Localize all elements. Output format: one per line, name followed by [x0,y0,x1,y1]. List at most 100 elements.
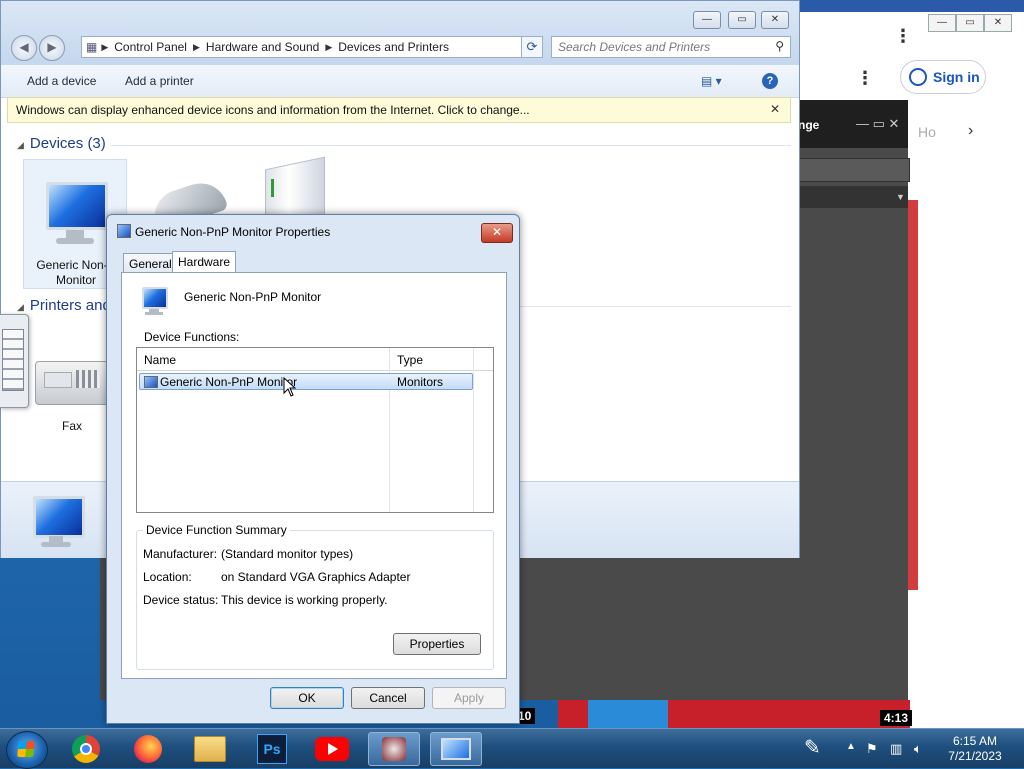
clock-date: 7/21/2023 [948,749,1002,763]
device-status-value: This device is working properly. [221,593,388,607]
action-center-icon[interactable]: ⚑ [866,741,878,757]
browser-maximize-button[interactable]: ▭ [956,14,984,32]
minimize-button[interactable]: — [693,11,721,29]
player-field-1[interactable] [798,158,910,182]
table-row[interactable]: Generic Non-PnP Monitor Monitors [139,373,473,390]
start-button[interactable] [6,731,48,769]
device-name: Generic Non-PnP Monitor [184,290,322,304]
breadcrumb-arrow-icon: ▶ [101,41,109,52]
address-bar[interactable]: ▦ ▶ Control Panel ▶ Hardware and Sound ▶… [81,36,543,58]
row-name: Generic Non-PnP Monitor [160,375,298,389]
fax-icon [35,361,109,405]
add-printer-button[interactable]: Add a printer [125,74,194,88]
thumbnail-image [588,700,668,728]
network-icon[interactable]: ▥ [890,741,902,757]
dialog-close-button[interactable]: ✕ [481,223,513,243]
volume-icon[interactable]: 🔈︎ [914,741,922,757]
file-explorer-icon[interactable] [184,732,236,766]
breadcrumb-control-panel[interactable]: Control Panel [108,40,193,54]
close-button[interactable]: ✕ [761,11,789,29]
sign-in-button[interactable]: Sign in [900,60,986,94]
command-bar: Add a device Add a printer ▤ ▾ ? [1,65,799,98]
chrome-icon[interactable] [60,732,112,766]
monitor-icon [144,376,158,388]
add-device-button[interactable]: Add a device [27,74,96,88]
photoshop-icon[interactable]: Ps [246,732,298,766]
forward-button[interactable]: ▶ [39,35,65,61]
breadcrumb-arrow-icon: ▶ [325,41,333,52]
player-field-2[interactable] [798,186,908,208]
manufacturer-value: (Standard monitor types) [221,547,354,561]
video-thumbnail[interactable]: 4:13 [558,700,913,728]
column-divider [473,348,474,512]
device-tile-drive[interactable] [265,156,327,228]
list-header: Name Type [137,348,493,371]
device-status-label: Device status: [143,593,219,607]
devices-header-label: Devices (3) [29,135,106,152]
maximize-button[interactable]: ▭ [728,11,756,29]
app-icon[interactable] [368,732,420,766]
search-placeholder: Search Devices and Printers [558,40,711,54]
photoshop-label: Ps [257,734,287,764]
device-functions-label: Device Functions: [144,330,240,344]
manufacturer-label: Manufacturer: [143,547,218,561]
mouse-cursor-icon [283,377,297,397]
help-icon[interactable]: ? [762,73,778,89]
printers-section-header[interactable]: ◢ Printers and [17,297,111,314]
ok-button[interactable]: OK [270,687,344,709]
location-label: Location: [143,570,192,584]
player-title-fragment: nge [798,118,820,132]
browser-close-button[interactable]: ✕ [984,14,1012,32]
browser-minimize-button[interactable]: — [928,14,956,32]
monitor-icon [42,178,110,248]
collapse-arrow-icon: ◢ [17,302,24,312]
youtube-icon[interactable] [306,732,358,766]
browser-topbar [800,0,1024,12]
sign-in-label: Sign in [933,69,980,85]
monitor-icon [117,224,131,238]
tab-general[interactable]: General [123,253,178,273]
cancel-button[interactable]: Cancel [351,687,425,709]
divider [111,145,791,146]
properties-dialog: Generic Non-PnP Monitor Properties ✕ Gen… [106,214,520,724]
monitor-icon [29,492,89,552]
properties-button[interactable]: Properties [393,633,481,655]
summary-label: Device Function Summary [143,523,290,537]
show-hidden-icons-icon[interactable]: ▲ [846,741,856,752]
info-bar[interactable]: Windows can display enhanced device icon… [7,97,791,123]
devices-printers-icon[interactable] [430,732,482,766]
breadcrumb-devices-and-printers[interactable]: Devices and Printers [332,40,455,54]
devices-section-header[interactable]: ◢ Devices (3) [17,135,106,152]
on-screen-keyboard-icon[interactable] [0,314,29,408]
player-window-controls[interactable]: — ▭ ✕ [856,116,899,132]
chevron-right-icon[interactable]: › [968,122,973,140]
breadcrumb-hardware-and-sound[interactable]: Hardware and Sound [200,40,325,54]
taskbar: Ps ✎ ▲ ⚑ ▥ 🔈︎ 6:15 AM 7/21/2023 [0,728,1024,769]
hardware-tab-panel: Generic Non-PnP Monitor Device Functions… [121,272,507,679]
refresh-icon[interactable]: ⟳ [521,36,543,58]
video-thumbnail-edge [908,200,918,590]
window-chrome: — ▭ ✕ ◀ ▶ ▦ ▶ Control Panel ▶ Hardware a… [1,1,799,65]
device-tile-fax[interactable]: Fax [29,341,115,437]
breadcrumb-arrow-icon: ▶ [192,41,200,52]
apply-button[interactable]: Apply [432,687,506,709]
back-button[interactable]: ◀ [11,35,37,61]
pen-input-icon[interactable]: ✎ [804,735,821,760]
clock[interactable]: 6:15 AM 7/21/2023 [940,734,1010,764]
firefox-icon[interactable] [122,732,174,766]
column-header-type[interactable]: Type [397,353,423,367]
view-options-icon[interactable]: ▤ ▾ [701,74,722,88]
browser-menu-icon[interactable]: ⋮ [894,26,912,47]
column-header-name[interactable]: Name [144,353,176,367]
close-info-bar-icon[interactable]: ✕ [770,102,780,116]
device-functions-list[interactable]: Name Type Generic Non-PnP Monitor Monito… [136,347,494,513]
fax-label: Fax [61,419,82,433]
collapse-arrow-icon: ◢ [17,140,24,150]
search-input[interactable]: Search Devices and Printers ⚲ [551,36,791,58]
row-type: Monitors [397,375,444,389]
dropdown-arrow-icon[interactable]: ▼ [896,192,905,202]
search-icon[interactable]: ⚲ [775,39,784,53]
printers-header-label: Printers and [29,297,111,314]
page-menu-icon[interactable]: ⋮ [856,68,874,89]
info-bar-text: Windows can display enhanced device icon… [16,103,530,117]
